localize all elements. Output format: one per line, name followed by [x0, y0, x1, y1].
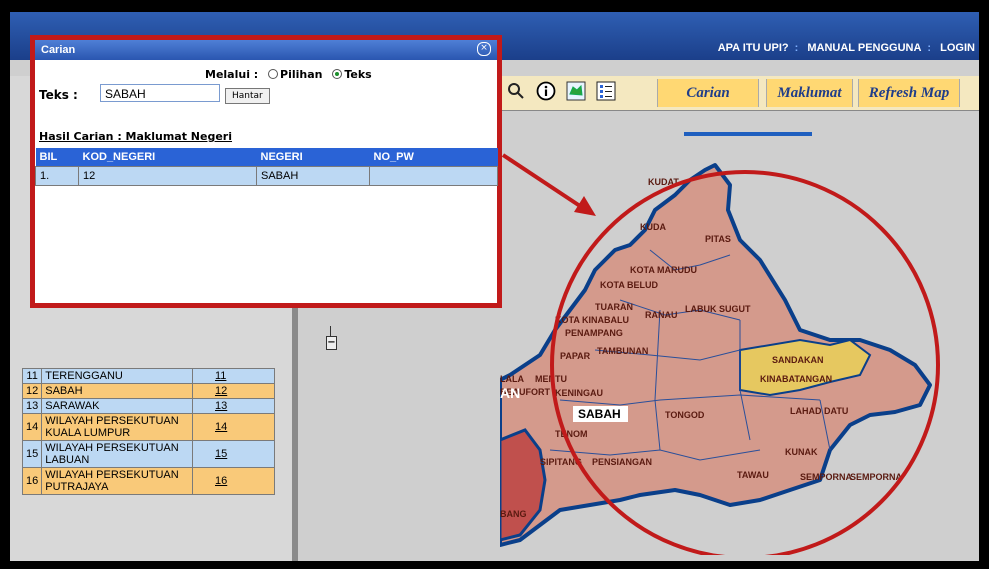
link-manual-pengguna[interactable]: MANUAL PENGGUNA: [807, 42, 921, 54]
map-label-sabah: SABAH: [578, 407, 621, 421]
row-name: TERENGGANU: [41, 368, 193, 384]
row-number: 12: [21, 383, 43, 399]
row-number: 15: [21, 440, 43, 468]
col-negeri: NEGERI: [256, 148, 370, 167]
map-label: PAPAR: [560, 351, 591, 361]
cell-bil: 1.: [35, 166, 79, 186]
row-code-link[interactable]: 12: [192, 383, 275, 399]
row-number: 13: [21, 398, 43, 414]
search-dialog: Carian × Melalui : Pilihan Teks Teks : S…: [30, 35, 502, 308]
close-icon[interactable]: ×: [477, 42, 491, 56]
row-code-link[interactable]: 13: [192, 398, 275, 414]
link-login[interactable]: LOGIN: [940, 42, 975, 54]
col-no-pw: NO_PW: [369, 148, 498, 167]
map-label: TENOM: [555, 429, 588, 439]
map-label: KOTA MARUDU: [630, 265, 697, 275]
col-bil: BIL: [35, 148, 79, 167]
legend-list-icon[interactable]: [595, 80, 617, 102]
minus-icon[interactable]: −: [326, 336, 337, 350]
dialog-titlebar[interactable]: Carian ×: [35, 40, 497, 60]
result-header-row: BIL KOD_NEGERI NEGERI NO_PW: [35, 148, 498, 167]
map-label: RANAU: [645, 310, 678, 320]
menu-refresh-map-button[interactable]: Refresh Map: [858, 79, 960, 107]
state-table: 11 TERENGGANU 11 12 SABAH 12 13 SARAWAK …: [21, 368, 275, 495]
row-name: WILAYAH PERSEKUTUAN KUALA LUMPUR: [41, 413, 193, 441]
map-label: BANG: [500, 509, 527, 519]
col-kod-negeri: KOD_NEGERI: [78, 148, 257, 167]
radio-pilihan[interactable]: Pilihan: [268, 68, 323, 81]
map-label: LALA: [500, 374, 524, 384]
map-tools: [505, 80, 617, 102]
map-label: LAHAD DATU: [790, 406, 848, 416]
row-number: 11: [21, 368, 43, 384]
row-name: SABAH: [41, 383, 193, 399]
melalui-label: Melalui :: [205, 68, 259, 81]
map-label: SEMPORNA: [800, 472, 853, 482]
radio-teks[interactable]: Teks: [332, 68, 372, 81]
map-label: SEMPORNA: [850, 472, 903, 482]
cell-no-pw: [369, 166, 498, 186]
map-label: KUNAK: [785, 447, 818, 457]
map-label: TUARAN: [595, 302, 633, 312]
map-label: SANDAKAN: [772, 355, 824, 365]
teks-label: Teks :: [39, 88, 78, 102]
cell-kod-negeri: 12: [78, 166, 257, 186]
table-row[interactable]: 15 WILAYAH PERSEKUTUAN LABUAN 15: [21, 440, 275, 468]
map-label: TAMBUNAN: [597, 346, 648, 356]
map-label: PENSIANGAN: [592, 457, 652, 467]
hantar-button[interactable]: Hantar: [225, 88, 270, 104]
row-name: SARAWAK: [41, 398, 193, 414]
row-number: 16: [21, 467, 43, 495]
row-code-link[interactable]: 14: [192, 413, 275, 441]
active-tab-indicator: [684, 132, 812, 136]
map-label: PITAS: [705, 234, 731, 244]
map-label: KOTA BELUD: [600, 280, 658, 290]
search-icon[interactable]: [505, 80, 527, 102]
row-code-link[interactable]: 16: [192, 467, 275, 495]
search-input[interactable]: SABAH: [100, 84, 220, 102]
info-icon[interactable]: [535, 80, 557, 102]
radio-off-icon[interactable]: [268, 69, 279, 79]
row-number: 14: [21, 413, 43, 441]
map-label: TONGOD: [665, 410, 705, 420]
result-heading: Hasil Carian : Maklumat Negeri: [39, 130, 233, 143]
radio-on-icon[interactable]: [332, 69, 343, 79]
dialog-title: Carian: [41, 44, 76, 56]
zoom-out-control[interactable]: −: [326, 326, 337, 352]
map-label: PENAMPANG: [565, 328, 623, 338]
table-row[interactable]: 12 SABAH 12: [21, 383, 275, 399]
map-label: KINABATANGAN: [760, 374, 832, 384]
row-name: WILAYAH PERSEKUTUAN PUTRAJAYA: [41, 467, 193, 495]
search-mode: Melalui : Pilihan Teks: [205, 68, 372, 81]
table-row[interactable]: 13 SARAWAK 13: [21, 398, 275, 414]
map-label: AN: [500, 385, 520, 401]
result-table: BIL KOD_NEGERI NEGERI NO_PW 1. 12 SABAH: [35, 148, 498, 186]
map-label: KENINGAU: [555, 388, 603, 398]
menu-maklumat-button[interactable]: Maklumat: [766, 79, 853, 107]
link-apa-itu-upi[interactable]: APA ITU UPI?: [718, 42, 789, 54]
menu-carian-button[interactable]: Carian: [657, 79, 759, 107]
sabah-map[interactable]: KUDAT KUDA PITAS KOTA MARUDU KOTA BELUD …: [500, 150, 979, 555]
row-code-link[interactable]: 11: [192, 368, 275, 384]
table-row[interactable]: 16 WILAYAH PERSEKUTUAN PUTRAJAYA 16: [21, 467, 275, 495]
table-row[interactable]: 1. 12 SABAH: [35, 166, 498, 186]
table-row[interactable]: 11 TERENGGANU 11: [21, 368, 275, 384]
row-name: WILAYAH PERSEKUTUAN LABUAN: [41, 440, 193, 468]
map-layer-icon[interactable]: [565, 80, 587, 102]
table-row[interactable]: 14 WILAYAH PERSEKUTUAN KUALA LUMPUR 14: [21, 413, 275, 441]
map-label: LABUK SUGUT: [685, 304, 751, 314]
map-label: KOTA KINABALU: [555, 315, 629, 325]
row-code-link[interactable]: 15: [192, 440, 275, 468]
top-links: APA ITU UPI?: MANUAL PENGGUNA: LOGIN: [717, 42, 975, 54]
map-label: TAWAU: [737, 470, 769, 480]
map-label: KUDA: [640, 222, 666, 232]
cell-negeri: SABAH: [256, 166, 370, 186]
